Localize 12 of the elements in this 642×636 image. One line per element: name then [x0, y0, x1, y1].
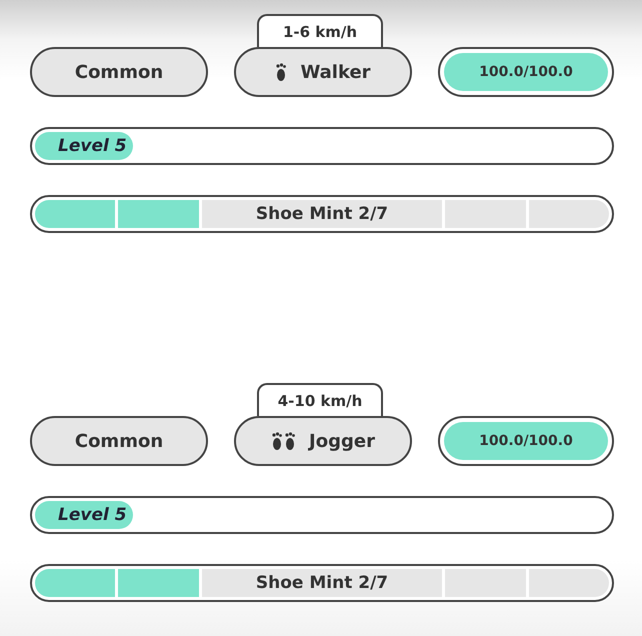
durability-fill: 100.0/100.0 [444, 422, 608, 460]
level-label: Level 5 [58, 136, 127, 156]
rarity-pill: Common [30, 47, 208, 97]
shoe-type-label: Walker [300, 62, 371, 82]
durability-fill: 100.0/100.0 [444, 53, 608, 91]
rarity-pill: Common [30, 416, 208, 466]
footprint-icon [271, 431, 298, 451]
shoe-mint-label: Shoe Mint 2/7 [254, 573, 390, 593]
shoe-type-label: Jogger [309, 430, 375, 452]
footprint-icon [275, 62, 288, 82]
shoe-mint-label: Shoe Mint 2/7 [254, 204, 390, 224]
level-label: Level 5 [58, 505, 127, 525]
